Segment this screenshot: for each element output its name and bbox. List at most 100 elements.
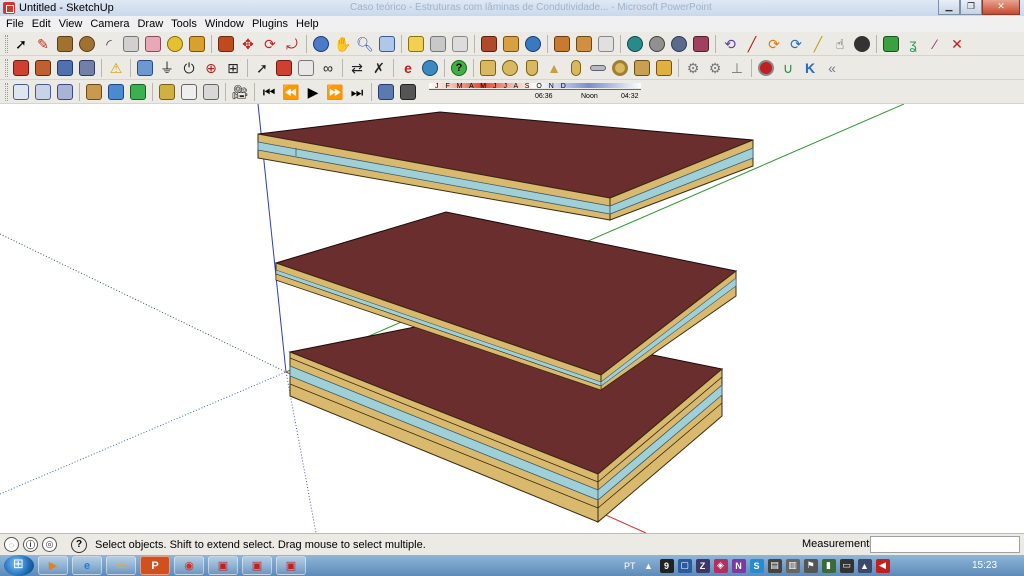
cylinder-icon[interactable] [522, 58, 542, 78]
tray-monitor-icon[interactable]: ▭ [839, 558, 854, 573]
walk-icon[interactable] [479, 34, 499, 54]
camera-icon[interactable]: 🎥︎ [230, 82, 250, 102]
arc-icon[interactable]: ◜ [99, 34, 119, 54]
pencil-icon[interactable]: ✎ [33, 34, 53, 54]
tray-shield-icon[interactable]: ◈ [713, 558, 728, 573]
tray-expand-icon[interactable]: ▲ [642, 559, 656, 573]
tray-skype-icon[interactable]: S [749, 558, 764, 573]
binoculars-icon[interactable]: ∞ [318, 58, 338, 78]
tray-network-icon[interactable]: ▲ [857, 558, 872, 573]
cone-icon[interactable]: ▲ [544, 58, 564, 78]
explorer-e-icon[interactable]: e [398, 58, 418, 78]
rotate-orange-icon[interactable]: ⟳ [764, 34, 784, 54]
tray-dropbox-icon[interactable]: ▢ [677, 558, 692, 573]
move-icon[interactable]: ✥ [238, 34, 258, 54]
ui-icon[interactable] [669, 34, 689, 54]
shaded-style-icon[interactable] [128, 82, 148, 102]
model-viewport[interactable] [0, 104, 1024, 533]
tray-printer-icon[interactable]: ▤ [767, 558, 782, 573]
sync-icon[interactable]: ⟳ [786, 34, 806, 54]
tray-notes-icon[interactable]: ▥ [785, 558, 800, 573]
previous-view-icon[interactable] [406, 34, 426, 54]
save-file-icon[interactable] [55, 58, 75, 78]
document-icon[interactable] [296, 58, 316, 78]
play-icon[interactable]: ▶ [303, 82, 323, 102]
extrude-icon[interactable] [654, 58, 674, 78]
shadows-toggle-icon[interactable] [376, 82, 396, 102]
solid-tools-icon[interactable] [135, 58, 155, 78]
plane-icon[interactable] [588, 58, 608, 78]
xray-style-icon[interactable] [84, 82, 104, 102]
menu-plugins[interactable]: Plugins [248, 18, 292, 30]
menu-tools[interactable]: Tools [167, 18, 201, 30]
layers-icon[interactable] [179, 82, 199, 102]
fog-icon[interactable] [398, 82, 418, 102]
rectangle-icon[interactable] [55, 34, 75, 54]
taskbar-ie-icon[interactable]: e [72, 556, 102, 575]
gear-icon[interactable]: ⚙ [683, 58, 703, 78]
toolbar-grip[interactable] [5, 34, 8, 53]
torus-icon[interactable] [610, 58, 630, 78]
tray-volume-icon[interactable]: ◀ [875, 558, 890, 573]
record-icon[interactable] [756, 58, 776, 78]
zoom-extents-icon[interactable] [377, 34, 397, 54]
taskbar-powerpoint-icon[interactable]: P [140, 556, 170, 575]
menu-view[interactable]: View [55, 18, 87, 30]
target-icon[interactable]: ⊕ [201, 58, 221, 78]
grid-icon[interactable]: ⊞ [223, 58, 243, 78]
new-file-icon[interactable] [11, 58, 31, 78]
line-tool-icon[interactable]: ╱ [742, 34, 762, 54]
wrench-icon[interactable]: ✗ [369, 58, 389, 78]
spiral-icon[interactable]: ʓ [903, 34, 923, 54]
zoom-icon[interactable]: 🔍︎ [355, 34, 375, 54]
taskbar-explorer-icon[interactable]: ▭ [106, 556, 136, 575]
orbit-icon[interactable] [311, 34, 331, 54]
globe-icon[interactable] [420, 58, 440, 78]
circle-icon[interactable] [77, 34, 97, 54]
prism-icon[interactable] [632, 58, 652, 78]
wireframe-style-icon[interactable] [106, 82, 126, 102]
share-model-icon[interactable] [574, 34, 594, 54]
section-plane-icon[interactable] [523, 34, 543, 54]
menu-camera[interactable]: Camera [86, 18, 133, 30]
taskbar-sketchup-icon-2[interactable]: ▣ [242, 556, 272, 575]
follow-me-icon[interactable]: ⤾ [282, 34, 302, 54]
tape-measure-icon[interactable] [165, 34, 185, 54]
sphere-icon[interactable] [500, 58, 520, 78]
credits-icon[interactable]: ⓘ [23, 537, 38, 552]
next-view-icon[interactable] [428, 34, 448, 54]
menu-edit[interactable]: Edit [28, 18, 55, 30]
user-icon[interactable]: ◎ [42, 537, 57, 552]
pan-icon[interactable]: ✋ [333, 34, 353, 54]
outlet-icon[interactable]: ⏻ [179, 58, 199, 78]
top-slab[interactable] [257, 111, 754, 221]
restore-button[interactable]: ❐ [960, 0, 982, 15]
position-camera-icon[interactable] [450, 34, 470, 54]
close-button[interactable]: ✕ [982, 0, 1020, 15]
tray-9-icon[interactable]: 9 [659, 558, 674, 573]
system-clock[interactable]: 15:23 [972, 560, 997, 571]
top-view-icon[interactable] [33, 82, 53, 102]
share-component-icon[interactable] [596, 34, 616, 54]
geolocation-icon[interactable]: ◌ [4, 537, 19, 552]
toolbar-grip[interactable] [5, 82, 8, 101]
k-icon[interactable]: K [800, 58, 820, 78]
play-animation-icon[interactable] [625, 34, 645, 54]
taskbar-sketchup-icon-3[interactable]: ▣ [276, 556, 306, 575]
get-models-icon[interactable] [552, 34, 572, 54]
green-gem-icon[interactable] [881, 34, 901, 54]
select-icon[interactable]: ➚ [11, 34, 31, 54]
explorer-icon[interactable] [274, 58, 294, 78]
stamp-icon[interactable]: ⊥ [727, 58, 747, 78]
tray-battery-icon[interactable]: ▮ [821, 558, 836, 573]
menu-file[interactable]: File [2, 18, 28, 30]
eraser-icon[interactable] [143, 34, 163, 54]
look-around-icon[interactable] [501, 34, 521, 54]
tray-z-icon[interactable]: Z [695, 558, 710, 573]
magic-wand-icon[interactable]: ⁄ [925, 34, 945, 54]
instructor-help-icon[interactable]: ? [71, 536, 87, 553]
rotate-icon[interactable]: ⟳ [260, 34, 280, 54]
taskbar-chrome-icon[interactable]: ◉ [174, 556, 204, 575]
cross-icon[interactable]: ✕ [947, 34, 967, 54]
magnet-icon[interactable]: ∪ [778, 58, 798, 78]
